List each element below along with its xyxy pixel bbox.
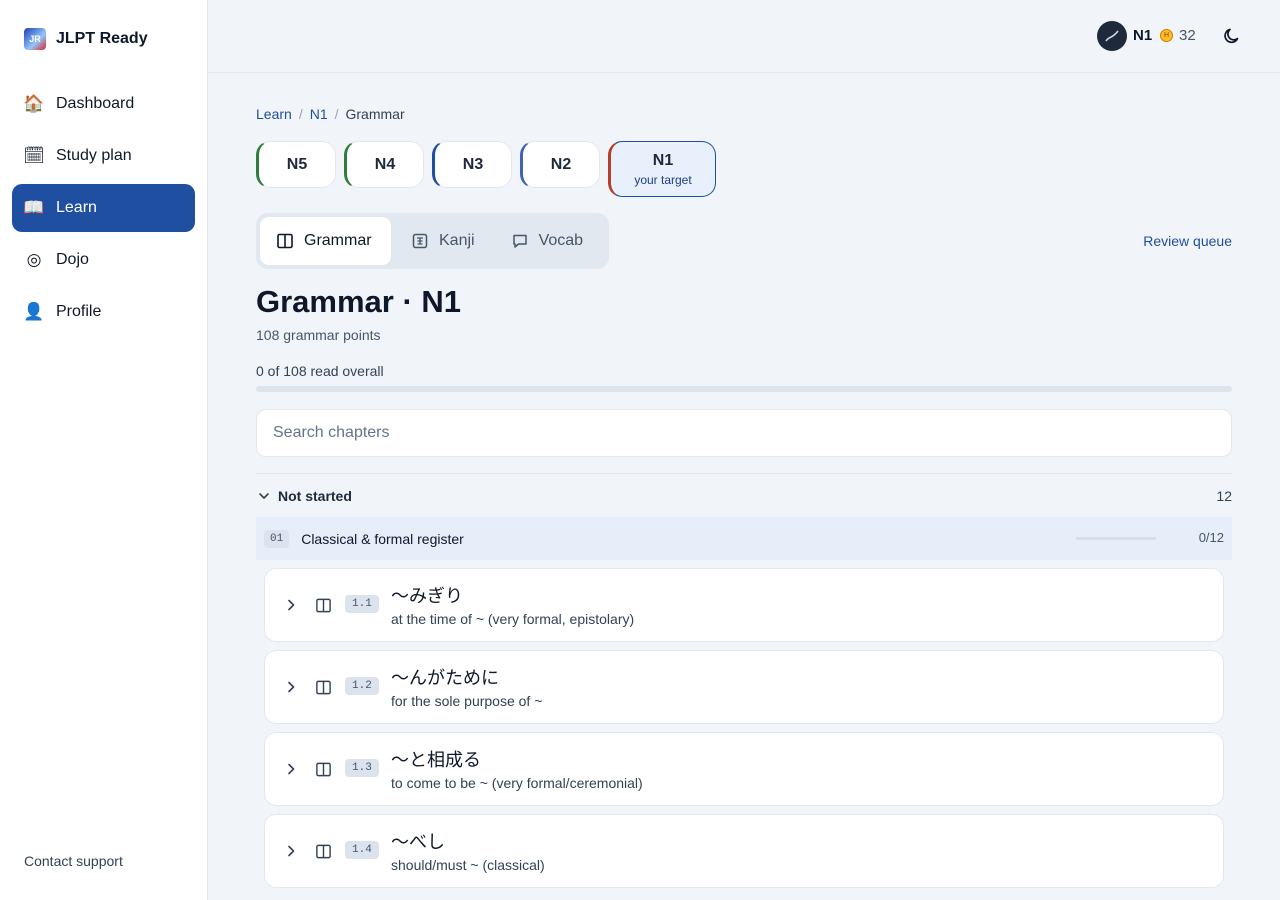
chevron-right-icon[interactable] (283, 761, 299, 777)
grammar-pattern: 〜んがために (391, 668, 499, 689)
grammar-number: 1.1 (345, 595, 379, 613)
house-icon: 🏠 (23, 94, 45, 113)
breadcrumb-level[interactable]: N1 (310, 106, 328, 122)
sidebar-item-profile[interactable]: 👤 Profile (12, 288, 195, 336)
grammar-item[interactable]: 1.4 〜べし should/must ~ (classical) (264, 814, 1224, 888)
sidebar-item-label: Dashboard (56, 95, 135, 112)
tab-label: Kanji (439, 232, 475, 249)
grammar-number: 1.3 (345, 759, 379, 777)
avatar-image-icon (1105, 30, 1119, 42)
level-n3-button[interactable]: N3 (432, 141, 512, 188)
sidebar: JR JLPT Ready 🏠 Dashboard 🗓 Study plan 📖… (0, 0, 208, 900)
level-label: N1 (652, 151, 674, 169)
search-input[interactable] (256, 409, 1232, 457)
sidebar-item-dashboard[interactable]: 🏠 Dashboard (12, 80, 195, 128)
brand-logo-icon: JR (24, 28, 46, 50)
avatar[interactable] (1097, 21, 1127, 51)
level-target-label: your target (634, 172, 692, 187)
sidebar-item-label: Learn (56, 199, 97, 216)
coin-count: 32 (1179, 27, 1196, 44)
book-icon: 📖 (23, 198, 45, 217)
group-count: 12 (1216, 488, 1232, 504)
breadcrumb-learn[interactable]: Learn (256, 106, 292, 122)
tab-label: Grammar (304, 232, 372, 249)
tab-vocab[interactable]: Vocab (495, 217, 599, 265)
chevron-down-icon (259, 493, 269, 499)
group-not-started-header[interactable]: Not started 12 (256, 485, 1232, 507)
grammar-pattern: 〜みぎり (391, 586, 463, 607)
chevron-right-icon[interactable] (283, 843, 299, 859)
sidebar-item-dojo[interactable]: ◎ Dojo (12, 236, 195, 284)
level-label: N3 (462, 155, 484, 173)
breadcrumb-separator: / (334, 106, 339, 122)
page-title: Grammar · N1 (256, 284, 462, 319)
sidebar-item-label: Dojo (56, 251, 89, 268)
chevron-right-icon[interactable] (283, 597, 299, 613)
sidebar-item-label: Study plan (56, 147, 132, 164)
grammar-list: 1.1 〜みぎり at the time of ~ (very formal, … (264, 568, 1224, 896)
tab-kanji[interactable]: Kanji (395, 217, 491, 265)
user-icon: 👤 (23, 302, 45, 321)
chapter-number: 01 (264, 529, 290, 548)
grammar-item[interactable]: 1.3 〜と相成る to come to be ~ (very formal/c… (264, 732, 1224, 806)
breadcrumb-separator: / (298, 106, 303, 122)
level-n1-button[interactable]: N1 your target (608, 141, 716, 197)
sidebar-nav: 🏠 Dashboard 🗓 Study plan 📖 Learn ◎ Dojo … (12, 80, 195, 340)
brand[interactable]: JR JLPT Ready (24, 28, 148, 50)
group-label: Not started (278, 488, 352, 504)
level-n5-button[interactable]: N5 (256, 141, 336, 188)
level-n4-button[interactable]: N4 (344, 141, 424, 188)
book-open-icon (316, 598, 331, 613)
speech-bubble-icon (512, 234, 527, 248)
breadcrumb: Learn / N1 / Grammar (256, 106, 405, 122)
book-open-icon (316, 762, 331, 777)
grammar-item[interactable]: 1.2 〜んがために for the sole purpose of ~ (264, 650, 1224, 724)
review-queue-link[interactable]: Review queue (1143, 233, 1232, 249)
sidebar-item-label: Profile (56, 303, 102, 320)
contact-support-link[interactable]: Contact support (24, 853, 123, 869)
tab-grammar[interactable]: Grammar (260, 217, 391, 265)
moon-icon[interactable] (1222, 26, 1242, 46)
chapter-count: 0/12 (1198, 530, 1224, 545)
grammar-meaning: to come to be ~ (very formal/ceremonial) (391, 775, 643, 791)
coin-icon: H (1160, 29, 1173, 42)
grammar-item[interactable]: 1.1 〜みぎり at the time of ~ (very formal, … (264, 568, 1224, 642)
current-level: N1 (1133, 27, 1153, 44)
divider (256, 473, 1232, 474)
page-subtitle: 108 grammar points (256, 327, 381, 343)
target-icon: ◎ (26, 250, 42, 269)
level-n2-button[interactable]: N2 (520, 141, 600, 188)
brand-name: JLPT Ready (56, 30, 148, 47)
sidebar-item-learn[interactable]: 📖 Learn (12, 184, 195, 232)
topbar: N1 H 32 (208, 0, 1280, 73)
grammar-meaning: for the sole purpose of ~ (391, 693, 543, 709)
chapter-progress-bar (1076, 537, 1156, 540)
chevron-right-icon[interactable] (283, 679, 299, 695)
kanji-icon (412, 233, 428, 249)
grammar-number: 1.2 (345, 677, 379, 695)
calendar-icon: 🗓 (23, 146, 45, 165)
book-open-icon (316, 680, 331, 695)
book-open-icon (277, 233, 293, 249)
grammar-number: 1.4 (345, 841, 379, 859)
grammar-meaning: at the time of ~ (very formal, epistolar… (391, 611, 635, 627)
chapter-row[interactable]: 01 Classical & formal register 0/12 (256, 517, 1232, 560)
tab-label: Vocab (538, 232, 584, 249)
grammar-meaning: should/must ~ (classical) (391, 857, 545, 873)
level-selector: N5 N4 N3 N2 N1 your target (256, 141, 716, 197)
overall-progress-text: 0 of 108 read overall (256, 363, 384, 379)
sidebar-item-study-plan[interactable]: 🗓 Study plan (12, 132, 195, 180)
content-tabs: Grammar Kanji Vocab (256, 213, 609, 269)
grammar-pattern: 〜と相成る (391, 750, 481, 771)
breadcrumb-current: Grammar (345, 106, 405, 122)
level-label: N2 (550, 155, 572, 173)
level-label: N5 (286, 155, 308, 173)
overall-progress-bar (256, 386, 1232, 392)
level-label: N4 (374, 155, 396, 173)
book-open-icon (316, 844, 331, 859)
chapter-name: Classical & formal register (301, 530, 464, 547)
grammar-pattern: 〜べし (391, 832, 445, 853)
